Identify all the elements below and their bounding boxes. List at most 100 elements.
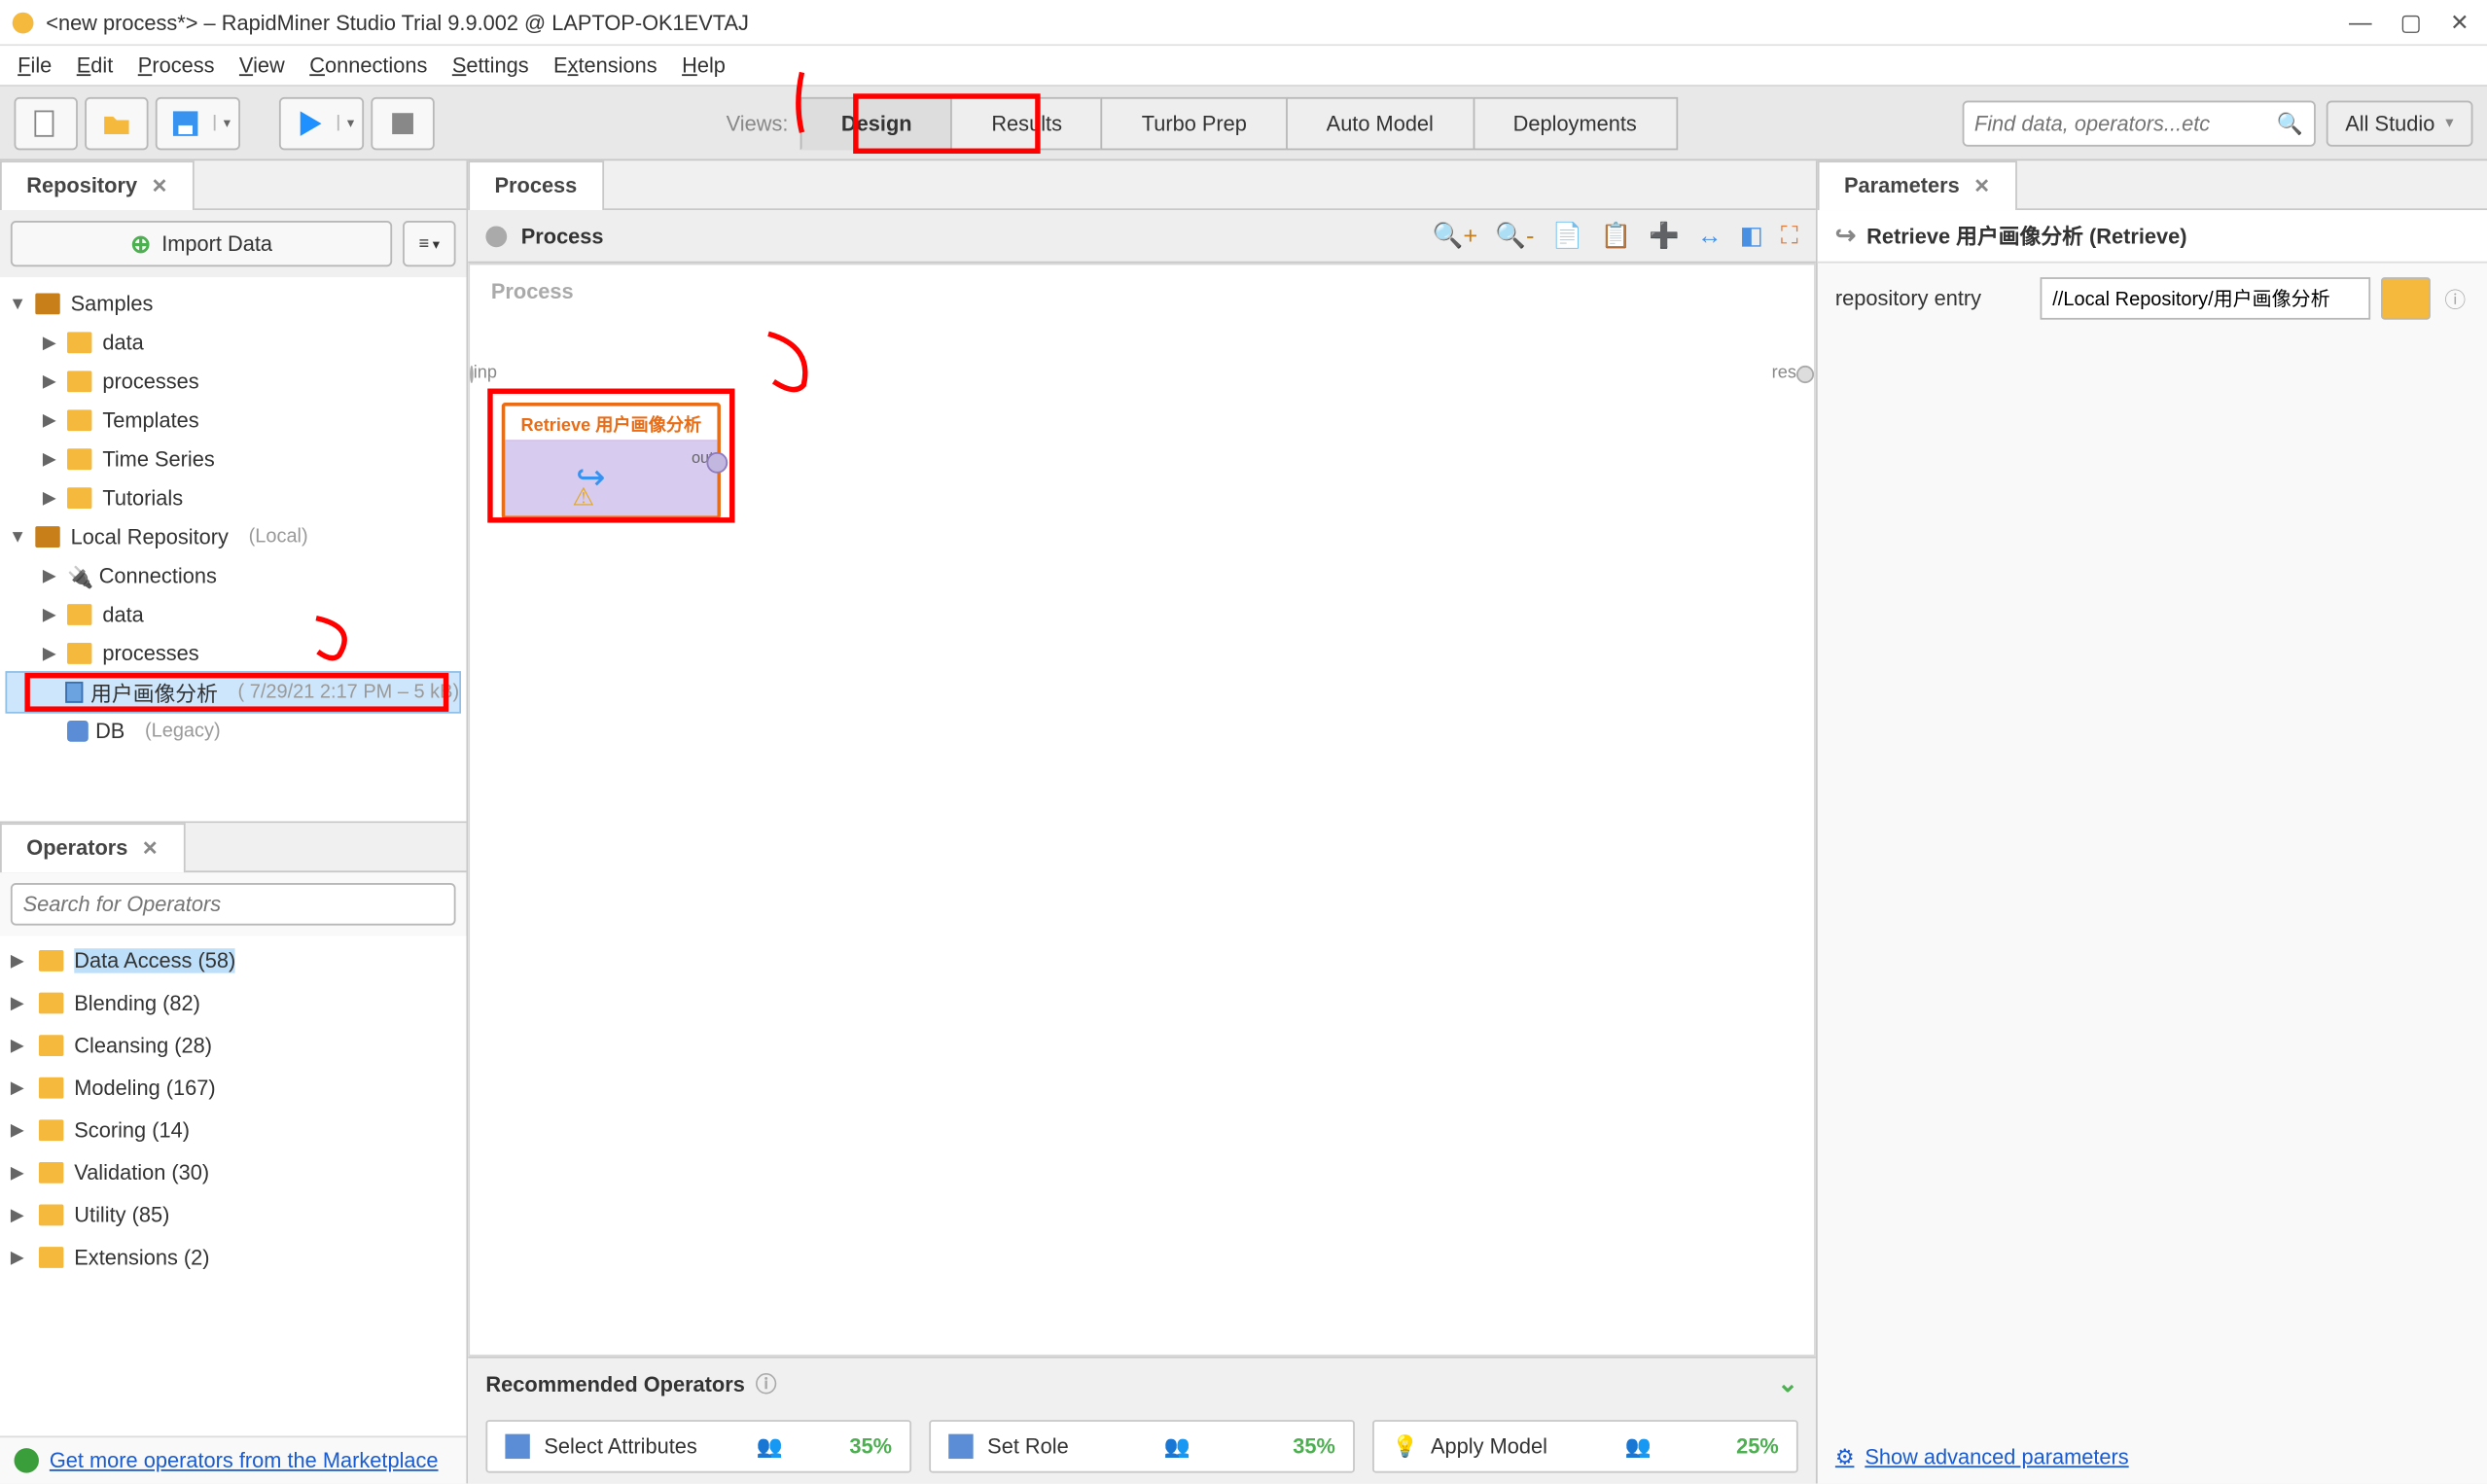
operator-retrieve[interactable]: Retrieve 用户画像分析 ↪ ⚠ out: [502, 403, 721, 519]
close-icon[interactable]: ✕: [152, 174, 168, 197]
close-button[interactable]: ✕: [2450, 8, 2469, 36]
expand-icon[interactable]: ⌄: [1777, 1368, 1797, 1398]
global-search[interactable]: 🔍: [1962, 100, 2315, 146]
tree-selected-dataset[interactable]: 用户画像分析 ( 7/29/21 2:17 PM – 5 kB): [7, 673, 459, 712]
new-button[interactable]: [15, 96, 78, 149]
tree-local-repo[interactable]: Local Repository: [71, 524, 229, 548]
tree-samples[interactable]: Samples: [71, 292, 154, 316]
zoom-out-icon[interactable]: 🔍-: [1495, 221, 1534, 251]
save-button[interactable]: ▾: [156, 96, 240, 149]
menu-settings[interactable]: Settings: [452, 53, 529, 77]
process-tab[interactable]: Process: [468, 160, 603, 209]
op-validation[interactable]: ▶Validation (30): [11, 1151, 456, 1194]
rec-op-set-role[interactable]: Set Role 👥 35%: [929, 1420, 1355, 1472]
info-icon[interactable]: ⓘ: [756, 1368, 777, 1398]
minimize-button[interactable]: —: [2349, 8, 2372, 36]
close-icon[interactable]: ✕: [142, 836, 159, 860]
close-icon[interactable]: ✕: [1973, 174, 1990, 197]
browse-repo-button[interactable]: [2381, 277, 2431, 320]
operators-tab-label: Operators: [26, 835, 127, 860]
rec-op-apply-model[interactable]: 💡 Apply Model 👥 25%: [1372, 1420, 1798, 1472]
tree-templates[interactable]: Templates: [102, 408, 198, 433]
folder-icon: [39, 1205, 63, 1226]
folder-icon: [67, 409, 91, 431]
op-blending[interactable]: ▶Blending (82): [11, 982, 456, 1025]
tab-deployments[interactable]: Deployments: [1473, 96, 1678, 149]
tab-design[interactable]: Design: [800, 96, 952, 149]
menu-process[interactable]: Process: [138, 53, 215, 77]
rec-op-pct: 25%: [1736, 1434, 1779, 1459]
parameters-tab[interactable]: Parameters ✕: [1818, 160, 2017, 209]
zoom-in-icon[interactable]: 🔍+: [1433, 221, 1478, 251]
breakpoint-icon[interactable]: ◧: [1740, 221, 1763, 251]
rec-op-select-attributes[interactable]: Select Attributes 👥 35%: [485, 1420, 911, 1472]
repository-tree[interactable]: ▼Samples ▶data ▶processes ▶Templates ▶Ti…: [0, 277, 466, 821]
tab-results[interactable]: Results: [951, 96, 1103, 149]
process-canvas[interactable]: Process inp res Retrieve 用户画像分析 ↪ ⚠ out: [468, 264, 1816, 1357]
repository-tab[interactable]: Repository ✕: [0, 160, 195, 209]
operators-tab[interactable]: Operators ✕: [0, 822, 185, 871]
tab-auto-model[interactable]: Auto Model: [1286, 96, 1474, 149]
tree-local-processes[interactable]: processes: [102, 641, 198, 665]
show-advanced-parameters-link[interactable]: ⚙ Show advanced parameters: [1818, 1431, 2487, 1483]
tree-db[interactable]: DB: [95, 719, 124, 743]
maximize-button[interactable]: ▢: [2400, 8, 2422, 36]
marketplace-link-label: Get more operators from the Marketplace: [50, 1448, 439, 1472]
rec-op-label: Apply Model: [1431, 1434, 1547, 1459]
import-data-button[interactable]: ⊕ Import Data: [11, 221, 392, 266]
bulb-icon: 💡: [1392, 1434, 1416, 1459]
community-icon: 👥: [1164, 1434, 1190, 1459]
search-input[interactable]: [1974, 111, 2277, 135]
tree-selected-label: 用户画像分析: [90, 677, 218, 707]
op-utility[interactable]: ▶Utility (85): [11, 1194, 456, 1237]
stop-button[interactable]: [371, 96, 434, 149]
op-extensions[interactable]: ▶Extensions (2): [11, 1236, 456, 1279]
run-button[interactable]: ▾: [279, 96, 364, 149]
repo-menu-button[interactable]: ≡▾: [403, 221, 455, 266]
search-icon[interactable]: 🔍: [2277, 111, 2303, 135]
paste-icon[interactable]: 📋: [1600, 221, 1631, 251]
marketplace-link[interactable]: Get more operators from the Marketplace: [0, 1435, 466, 1483]
menu-extensions[interactable]: Extensions: [553, 53, 657, 77]
save-dropdown-icon[interactable]: ▾: [214, 115, 238, 130]
tab-turbo-prep[interactable]: Turbo Prep: [1101, 96, 1288, 149]
op-scoring[interactable]: ▶Scoring (14): [11, 1109, 456, 1151]
menu-file[interactable]: File: [18, 53, 52, 77]
port-input[interactable]: inp: [470, 364, 494, 383]
menu-help[interactable]: Help: [682, 53, 726, 77]
op-modeling[interactable]: ▶Modeling (167): [11, 1067, 456, 1110]
menu-edit[interactable]: Edit: [77, 53, 114, 77]
tree-time-series[interactable]: Time Series: [102, 446, 214, 471]
tree-local-repo-meta: (Local): [249, 526, 308, 548]
menu-view[interactable]: View: [239, 53, 285, 77]
run-dropdown-icon[interactable]: ▾: [338, 115, 362, 130]
parameters-operator-header: ↪ Retrieve 用户画像分析 (Retrieve): [1818, 210, 2487, 263]
folder-open-icon: [101, 107, 133, 139]
info-icon[interactable]: ⓘ: [2441, 283, 2469, 313]
operators-tree[interactable]: ▶Data Access (58) ▶Blending (82) ▶Cleans…: [0, 936, 466, 1436]
tree-local-data[interactable]: data: [102, 602, 143, 626]
tree-data[interactable]: data: [102, 331, 143, 355]
menubar: File Edit Process View Connections Setti…: [0, 46, 2487, 87]
menu-connections[interactable]: Connections: [309, 53, 427, 77]
add-note-icon[interactable]: ➕: [1649, 221, 1680, 251]
all-studio-dropdown[interactable]: All Studio ▾: [2326, 100, 2472, 146]
open-button[interactable]: [85, 96, 148, 149]
tree-tutorials[interactable]: Tutorials: [102, 485, 183, 510]
port-result[interactable]: res: [1772, 364, 1814, 383]
operators-search-input[interactable]: [11, 883, 456, 926]
tree-processes[interactable]: processes: [102, 370, 198, 394]
breadcrumb[interactable]: Process: [521, 224, 604, 248]
param-repo-entry-input[interactable]: [2041, 277, 2371, 320]
parameters-tab-label: Parameters: [1844, 173, 1960, 197]
copy-icon[interactable]: 📄: [1552, 221, 1583, 251]
operator-out-port[interactable]: [706, 452, 728, 474]
arrange-icon[interactable]: ↔: [1697, 221, 1722, 251]
op-data-access[interactable]: ▶Data Access (58): [11, 939, 456, 982]
tree-connections[interactable]: Connections: [99, 563, 217, 587]
fit-icon[interactable]: ⛶: [1781, 221, 1798, 251]
process-root-icon: [485, 226, 507, 247]
op-cleansing[interactable]: ▶Cleansing (28): [11, 1024, 456, 1067]
parameters-operator-label: Retrieve 用户画像分析 (Retrieve): [1866, 221, 2186, 251]
recommended-title: Recommended Operators: [485, 1371, 744, 1396]
